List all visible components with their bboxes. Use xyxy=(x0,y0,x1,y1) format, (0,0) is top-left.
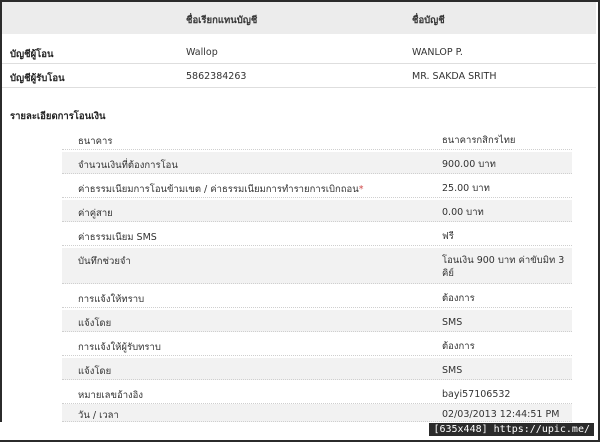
detail-row-datetime: วัน / เวลา 02/03/2013 12:44:51 PM xyxy=(62,404,572,422)
detail-value: 0.00 บาท xyxy=(442,207,484,218)
sender-account-name: WANLOP P. xyxy=(412,47,463,58)
detail-key: วัน / เวลา xyxy=(78,410,119,421)
detail-value: ธนาคารกสิกรไทย xyxy=(442,135,516,146)
detail-key: การแจ้งให้ผู้รับทราบ xyxy=(78,342,161,353)
detail-value: ฟรี xyxy=(442,231,454,242)
detail-value: ต้องการ xyxy=(442,341,475,352)
detail-key: ค่าธรรมเนียม SMS xyxy=(78,232,157,243)
detail-value: ต้องการ xyxy=(442,293,475,304)
detail-key: การแจ้งให้ทราบ xyxy=(78,294,145,305)
receiver-account-number: 5862384263 xyxy=(186,71,247,82)
sender-nickname: Wallop xyxy=(186,47,218,58)
image-host-footer: [635x448] https://upic.me/ xyxy=(0,422,596,440)
detail-row-fee: ค่าธรรมเนียมการโอนข้ามเขต / ค่าธรรมเนียม… xyxy=(62,176,572,198)
required-mark: * xyxy=(358,184,364,195)
detail-value: 25.00 บาท xyxy=(442,183,490,194)
detail-row-amount: จำนวนเงินที่ต้องการโอน 900.00 บาท xyxy=(62,152,572,174)
detail-row-sms-fee: ค่าธรรมเนียม SMS ฟรี xyxy=(62,224,572,246)
detail-row-reference: หมายเลขอ้างอิง bayi57106532 xyxy=(62,382,572,404)
detail-value: 02/03/2013 12:44:51 PM xyxy=(442,409,560,420)
transfer-details-title: รายละเอียดการโอนเงิน xyxy=(10,111,106,122)
detail-row-notify: การแจ้งให้ทราบ ต้องการ xyxy=(62,286,572,308)
detail-row-line-fee: ค่าคู่สาย 0.00 บาท xyxy=(62,200,572,222)
transfer-confirmation-panel: ชื่อเรียกแทนบัญชี ชื่อบัญชี บัญชีผู้โอน … xyxy=(2,2,596,422)
accounts-header: ชื่อเรียกแทนบัญชี ชื่อบัญชี xyxy=(2,2,596,34)
sender-account-row: บัญชีผู้โอน Wallop WANLOP P. xyxy=(2,40,596,64)
receiver-account-name: MR. SAKDA SRITH xyxy=(412,71,497,82)
detail-row-bank: ธนาคาร ธนาคารกสิกรไทย xyxy=(62,128,572,150)
detail-key: ค่าธรรมเนียมการโอนข้ามเขต / ค่าธรรมเนียม… xyxy=(78,184,364,195)
image-host-tag: [635x448] https://upic.me/ xyxy=(429,423,594,436)
detail-value: SMS xyxy=(442,365,463,376)
nickname-column-header: ชื่อเรียกแทนบัญชี xyxy=(186,15,258,26)
detail-row-memo: บันทึกช่วยจำ โอนเงิน 900 บาท ค่าขับมิท 3… xyxy=(62,248,572,284)
detail-key: แจ้งโดย xyxy=(78,318,112,329)
detail-key: แจ้งโดย xyxy=(78,366,112,377)
receiver-account-row: บัญชีผู้รับโอน 5862384263 MR. SAKDA SRIT… xyxy=(2,64,596,88)
detail-key: หมายเลขอ้างอิง xyxy=(78,390,144,401)
detail-key: บันทึกช่วยจำ xyxy=(78,256,131,267)
receiver-account-label: บัญชีผู้รับโอน xyxy=(10,73,65,84)
detail-value: โอนเงิน 900 บาท ค่าขับมิท 3 คิย์ xyxy=(442,255,565,279)
detail-row-notify-by: แจ้งโดย SMS xyxy=(62,310,572,332)
detail-value: bayi57106532 xyxy=(442,389,511,400)
detail-value: 900.00 บาท xyxy=(442,159,496,170)
detail-key: ค่าคู่สาย xyxy=(78,208,113,219)
detail-row-notify-receiver: การแจ้งให้ผู้รับทราบ ต้องการ xyxy=(62,334,572,356)
sender-account-label: บัญชีผู้โอน xyxy=(10,49,54,60)
detail-row-notify-receiver-by: แจ้งโดย SMS xyxy=(62,358,572,380)
detail-value: SMS xyxy=(442,317,463,328)
account-name-column-header: ชื่อบัญชี xyxy=(412,15,445,26)
detail-key: ธนาคาร xyxy=(78,136,113,147)
detail-key: จำนวนเงินที่ต้องการโอน xyxy=(78,160,178,171)
